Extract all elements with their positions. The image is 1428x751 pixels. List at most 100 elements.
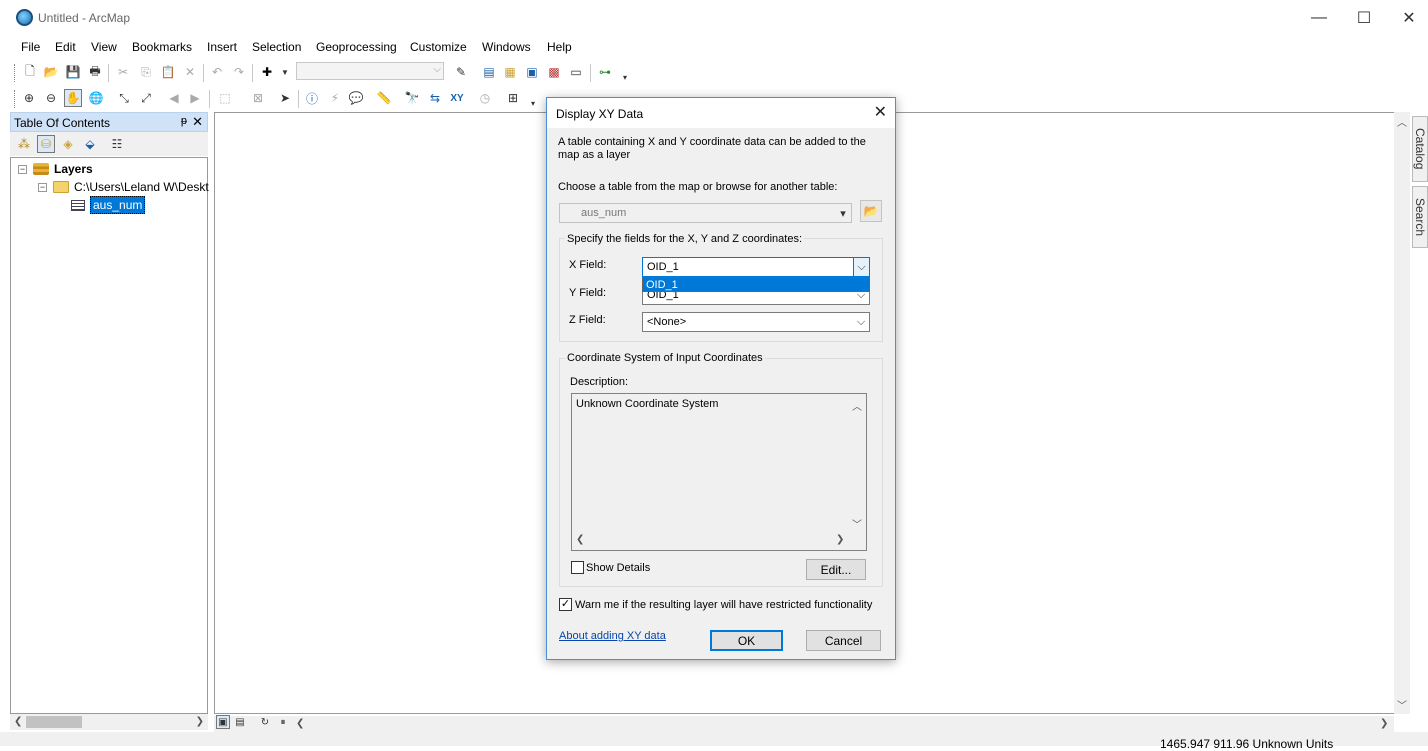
open-icon[interactable]: 📂: [42, 63, 60, 81]
identify-icon[interactable]: ⓘ: [303, 89, 321, 107]
add-data-dropdown-icon[interactable]: ▼: [276, 63, 294, 81]
browse-table-button[interactable]: 📂: [860, 200, 882, 222]
fixed-zoom-in-icon[interactable]: ⤡: [115, 89, 133, 107]
scroll-up-icon[interactable]: ︿: [1397, 114, 1407, 129]
toc-options-icon[interactable]: ☷: [108, 135, 126, 153]
edit-button[interactable]: Edit...: [806, 559, 866, 580]
table-select[interactable]: aus_num ▾: [559, 203, 852, 223]
select-features-icon[interactable]: ⬚: [216, 89, 234, 107]
menu-help[interactable]: Help: [547, 40, 572, 54]
redo-icon[interactable]: ↷: [230, 63, 248, 81]
full-extent-icon[interactable]: 🌐: [87, 89, 105, 107]
scroll-left-icon[interactable]: ❮: [14, 716, 22, 727]
show-details-checkbox[interactable]: [571, 561, 584, 574]
cut-icon[interactable]: ✂: [114, 63, 132, 81]
catalog-window-icon[interactable]: ▦: [501, 63, 519, 81]
toc-close-icon[interactable]: ✕: [192, 114, 203, 130]
scroll-down-icon[interactable]: ﹀: [852, 516, 862, 531]
paste-icon[interactable]: 📋: [159, 63, 177, 81]
add-data-icon[interactable]: ✚: [258, 63, 276, 81]
data-view-icon[interactable]: ▣: [216, 715, 230, 729]
editor-icon[interactable]: ✎: [452, 63, 470, 81]
select-elements-icon[interactable]: ➤: [276, 89, 294, 107]
scroll-up-icon[interactable]: ︿: [852, 398, 862, 413]
ok-button[interactable]: OK: [710, 630, 783, 651]
pause-drawing-icon[interactable]: ⏸: [276, 715, 290, 729]
measure-icon[interactable]: 📏: [375, 89, 393, 107]
about-xy-data-link[interactable]: About adding XY data: [559, 630, 666, 642]
toolbar-options-icon[interactable]: ▾: [524, 94, 542, 112]
map-vertical-scrollbar[interactable]: ︿ ﹀: [1394, 112, 1410, 714]
list-by-visibility-icon[interactable]: ◈: [59, 135, 77, 153]
zoom-out-icon[interactable]: ⊖: [42, 89, 60, 107]
list-by-selection-icon[interactable]: ⬙: [81, 135, 99, 153]
toolbar-grip[interactable]: [14, 90, 17, 108]
collapse-icon[interactable]: −: [38, 182, 47, 192]
forward-icon[interactable]: ▶: [186, 89, 204, 107]
description-textbox[interactable]: Unknown Coordinate System ︿ ﹀ ❮ ❯: [571, 393, 867, 551]
save-icon[interactable]: 💾: [64, 63, 82, 81]
hyperlink-icon[interactable]: ⚡: [326, 89, 344, 107]
x-field-select[interactable]: OID_1 ⌵: [642, 257, 870, 277]
menu-customize[interactable]: Customize: [410, 40, 467, 54]
copy-icon[interactable]: ⎘: [137, 63, 155, 81]
close-window-button[interactable]: ✕: [1386, 4, 1428, 32]
fixed-zoom-out-icon[interactable]: ⤢: [137, 89, 155, 107]
refresh-icon[interactable]: ↻: [258, 715, 272, 729]
arctoolbox-icon[interactable]: ▩: [545, 63, 563, 81]
menu-file[interactable]: File: [21, 40, 40, 54]
create-viewer-window-icon[interactable]: ⊞: [504, 89, 522, 107]
toc-window-icon[interactable]: ▤: [480, 63, 498, 81]
zoom-in-icon[interactable]: ⊕: [20, 89, 38, 107]
menu-edit[interactable]: Edit: [55, 40, 76, 54]
tree-item-layers[interactable]: − Layers: [18, 160, 93, 178]
menu-view[interactable]: View: [91, 40, 117, 54]
html-popup-icon[interactable]: 💬: [347, 89, 365, 107]
scroll-down-icon[interactable]: ﹀: [1397, 697, 1407, 712]
layout-view-icon[interactable]: ▤: [233, 715, 247, 729]
new-document-icon[interactable]: 🗋: [21, 63, 39, 81]
print-icon[interactable]: 🖶: [86, 63, 104, 81]
maximize-button[interactable]: ☐: [1341, 4, 1387, 32]
pan-icon[interactable]: ✋: [64, 89, 82, 107]
delete-icon[interactable]: ✕: [181, 63, 199, 81]
search-window-icon[interactable]: ▣: [523, 63, 541, 81]
find-icon[interactable]: 🔭: [403, 89, 421, 107]
toolbar-options-icon[interactable]: ▾: [616, 68, 634, 86]
time-slider-icon[interactable]: ◷: [476, 89, 494, 107]
list-by-drawing-order-icon[interactable]: ⁂: [15, 135, 33, 153]
clear-selection-icon[interactable]: ⊠: [249, 89, 267, 107]
scroll-right-icon[interactable]: ❯: [1380, 718, 1388, 729]
scroll-thumb[interactable]: [26, 716, 82, 728]
scroll-left-icon[interactable]: ❮: [296, 718, 304, 729]
dialog-close-button[interactable]: ✕: [874, 102, 887, 122]
catalog-tab[interactable]: Catalog: [1412, 116, 1428, 182]
python-window-icon[interactable]: ▭: [567, 63, 585, 81]
menu-selection[interactable]: Selection: [252, 40, 301, 54]
list-by-source-icon[interactable]: ⛁: [37, 135, 55, 153]
search-tab[interactable]: Search: [1412, 186, 1428, 248]
warn-checkbox[interactable]: ✓: [559, 598, 572, 611]
pin-icon[interactable]: ᵽ: [181, 115, 187, 127]
collapse-icon[interactable]: −: [18, 164, 27, 174]
scroll-right-icon[interactable]: ❯: [836, 534, 844, 545]
tree-item-folder[interactable]: − C:\Users\Leland W\Deskt: [38, 178, 209, 196]
toolbar-grip[interactable]: [14, 64, 17, 82]
scale-combo[interactable]: ⌵: [296, 62, 444, 80]
menu-bookmarks[interactable]: Bookmarks: [132, 40, 192, 54]
menu-geoprocessing[interactable]: Geoprocessing: [316, 40, 397, 54]
modelbuilder-icon[interactable]: ⊶: [596, 63, 614, 81]
scroll-left-icon[interactable]: ❮: [576, 534, 584, 545]
minimize-button[interactable]: —: [1296, 4, 1342, 32]
toc-horizontal-scrollbar[interactable]: ❮ ❯: [10, 714, 208, 730]
menu-insert[interactable]: Insert: [207, 40, 237, 54]
go-to-xy-icon[interactable]: XY: [448, 89, 466, 107]
z-field-select[interactable]: <None> ⌵: [642, 312, 870, 332]
dropdown-option-oid-1[interactable]: OID_1: [646, 279, 678, 291]
find-route-icon[interactable]: ⇆: [426, 89, 444, 107]
menu-windows[interactable]: Windows: [482, 40, 531, 54]
cancel-button[interactable]: Cancel: [806, 630, 881, 651]
tree-item-aus-num[interactable]: aus_num: [71, 196, 146, 214]
undo-icon[interactable]: ↶: [208, 63, 226, 81]
back-icon[interactable]: ◀: [165, 89, 183, 107]
